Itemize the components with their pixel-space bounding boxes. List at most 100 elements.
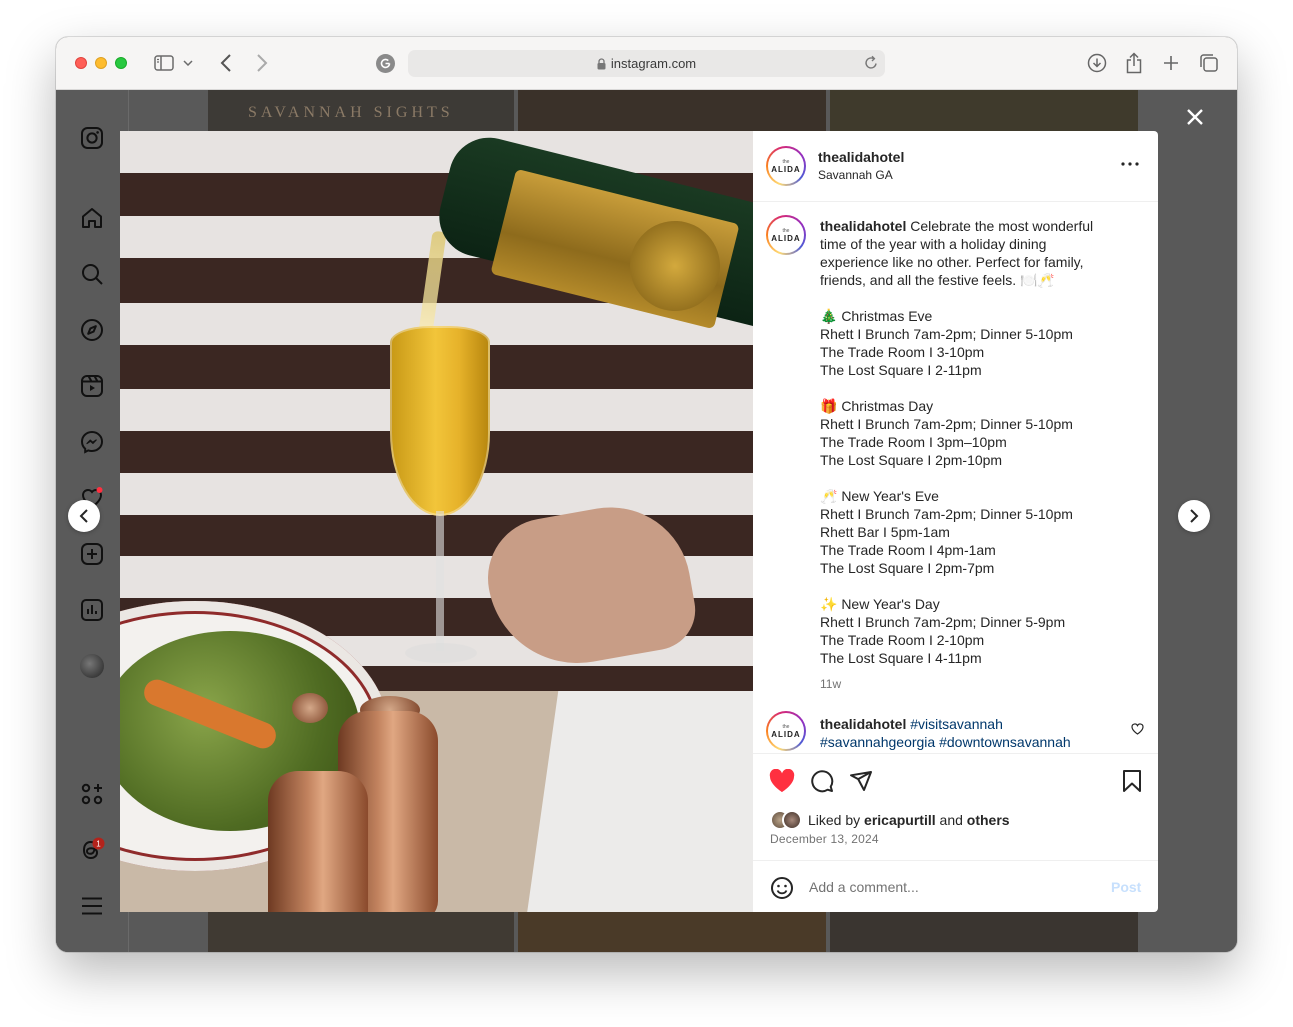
comment-icon[interactable]	[809, 768, 835, 794]
caption-line: The Trade Room I 2-10pm	[820, 632, 985, 648]
caption-line: Rhett I Brunch 7am-2pm; Dinner 5-10pm	[820, 506, 1073, 522]
create-icon[interactable]	[78, 540, 106, 568]
threads-icon[interactable]: 1	[78, 836, 106, 864]
caption-text: Celebrate the most wonderful	[910, 218, 1094, 234]
post-date[interactable]: December 13, 2024	[770, 832, 879, 846]
caption-username[interactable]: thealidahotel	[820, 218, 906, 234]
caption-line: The Trade Room I 4pm-1am	[820, 542, 996, 558]
new-tab-icon[interactable]	[1160, 52, 1182, 74]
lock-icon	[597, 57, 606, 70]
tile-text: SAVANNAH SIGHTS	[248, 104, 454, 121]
hashtag-link[interactable]: #savannahgeorgia	[820, 734, 935, 750]
insights-icon[interactable]	[78, 596, 106, 624]
caption-time-ago[interactable]: 11w	[820, 677, 841, 691]
caption-line: Rhett I Brunch 7am-2pm; Dinner 5-9pm	[820, 614, 1066, 630]
home-icon[interactable]	[78, 204, 106, 232]
caption-line: 🎄 Christmas Eve	[820, 308, 933, 324]
zoom-window-button[interactable]	[115, 57, 127, 69]
caption-line: 🥂 New Year's Eve	[820, 488, 939, 504]
post-comment-button[interactable]: Post	[1111, 879, 1141, 895]
liked-by-prefix: Liked by	[808, 812, 861, 828]
post-location[interactable]: Savannah GA	[818, 168, 893, 182]
grid-tile[interactable]	[830, 911, 1138, 952]
search-icon[interactable]	[78, 260, 106, 288]
like-heart-icon[interactable]	[769, 768, 795, 794]
hashtag-link[interactable]: #downtownsavannah	[939, 734, 1071, 750]
avatar-label: ALIDA	[771, 233, 801, 243]
share-send-icon[interactable]	[848, 768, 874, 794]
comments-section[interactable]: the ALIDA thealidahotel Celebrate the mo…	[753, 203, 1158, 753]
browser-toolbar: instagram.com	[56, 37, 1237, 90]
caption-line: The Lost Square I 4-11pm	[820, 650, 982, 666]
comment-like-icon[interactable]	[1131, 723, 1145, 737]
sidebar-toggle-icon[interactable]	[153, 52, 175, 74]
avatar-label: ALIDA	[771, 729, 801, 739]
share-icon[interactable]	[1123, 52, 1145, 74]
caption-line	[820, 577, 1140, 595]
extension-icon[interactable]	[376, 54, 395, 73]
downloads-icon[interactable]	[1086, 52, 1108, 74]
liked-by: Liked by ericapurtill and others	[770, 810, 1010, 830]
reload-icon[interactable]	[864, 55, 878, 70]
instagram-logo-icon[interactable]	[78, 124, 106, 152]
post-details-panel: the ALIDA thealidahotel Savannah GA the	[753, 131, 1158, 912]
url-text: instagram.com	[610, 56, 697, 71]
caption-line	[820, 289, 1140, 307]
caption-line: The Lost Square I 2pm-10pm	[820, 452, 1003, 468]
next-post-button[interactable]	[1178, 500, 1210, 532]
minimize-window-button[interactable]	[95, 57, 107, 69]
caption-line: The Trade Room I 3pm–10pm	[820, 434, 1007, 450]
caption-line: thealidahotel Celebrate the most wonderf…	[820, 217, 1140, 235]
caption-line: Rhett Bar I 5pm-1am	[820, 524, 950, 540]
close-window-button[interactable]	[75, 57, 87, 69]
post-header: the ALIDA thealidahotel Savannah GA	[753, 131, 1158, 202]
close-icon[interactable]	[1183, 105, 1207, 129]
comment-username[interactable]: thealidahotel	[820, 716, 906, 732]
tab-overview-icon[interactable]	[1198, 52, 1220, 74]
liker-avatar[interactable]	[782, 810, 802, 830]
liked-by-others[interactable]: others	[967, 812, 1010, 828]
author-avatar[interactable]: the ALIDA	[766, 146, 806, 186]
comment-item: thealidahotel #visitsavannah #savannahge…	[820, 715, 1120, 751]
grid-tile[interactable]	[208, 911, 514, 952]
caption-line: experience like no other. Perfect for fa…	[820, 254, 1084, 270]
explore-icon[interactable]	[78, 316, 106, 344]
grid-tile[interactable]	[518, 911, 826, 952]
comment-input[interactable]	[809, 875, 1089, 899]
also-from-meta-icon[interactable]	[78, 780, 106, 808]
menu-icon[interactable]	[78, 892, 106, 920]
comment-avatar[interactable]: the ALIDA	[766, 711, 806, 751]
more-options-icon[interactable]	[1119, 153, 1141, 175]
messenger-icon[interactable]	[78, 428, 106, 456]
caption-line: ✨ New Year's Day	[820, 596, 940, 612]
previous-post-button[interactable]	[68, 500, 100, 532]
browser-window: instagram.com SAVANNAH SIGHTS 1 the ALID…	[56, 37, 1237, 952]
post-caption: thealidahotel Celebrate the most wonderf…	[820, 217, 1140, 667]
chevron-down-icon[interactable]	[182, 52, 194, 74]
back-icon[interactable]	[215, 52, 237, 74]
post-modal: the ALIDA thealidahotel Savannah GA the	[120, 131, 1158, 912]
caption-line: time of the year with a holiday dining	[820, 236, 1047, 252]
threads-badge-count: 1	[96, 840, 101, 849]
caption-line: 🎁 Christmas Day	[820, 398, 934, 414]
reels-icon[interactable]	[78, 372, 106, 400]
author-username[interactable]: thealidahotel	[818, 149, 904, 165]
caption-line: The Lost Square I 2pm-7pm	[820, 560, 995, 576]
liked-by-user[interactable]: ericapurtill	[864, 812, 936, 828]
chevron-right-icon	[1189, 509, 1199, 523]
caption-line: Rhett I Brunch 7am-2pm; Dinner 5-10pm	[820, 416, 1073, 432]
save-bookmark-icon[interactable]	[1119, 768, 1145, 794]
profile-avatar[interactable]	[78, 652, 106, 680]
caption-line: The Lost Square I 2-11pm	[820, 362, 982, 378]
emoji-icon[interactable]	[769, 875, 795, 901]
add-comment-bar: Post	[753, 860, 1158, 912]
caption-avatar[interactable]: the ALIDA	[766, 215, 806, 255]
forward-icon[interactable]	[251, 52, 273, 74]
liked-by-and: and	[939, 812, 963, 828]
chevron-left-icon	[79, 509, 89, 523]
instagram-page: SAVANNAH SIGHTS 1 the ALIDA thealidahote…	[56, 90, 1237, 952]
hashtag-link[interactable]: #visitsavannah	[910, 716, 1003, 732]
caption-line	[820, 379, 1140, 397]
address-bar[interactable]: instagram.com	[408, 50, 885, 77]
post-image[interactable]	[120, 131, 753, 912]
